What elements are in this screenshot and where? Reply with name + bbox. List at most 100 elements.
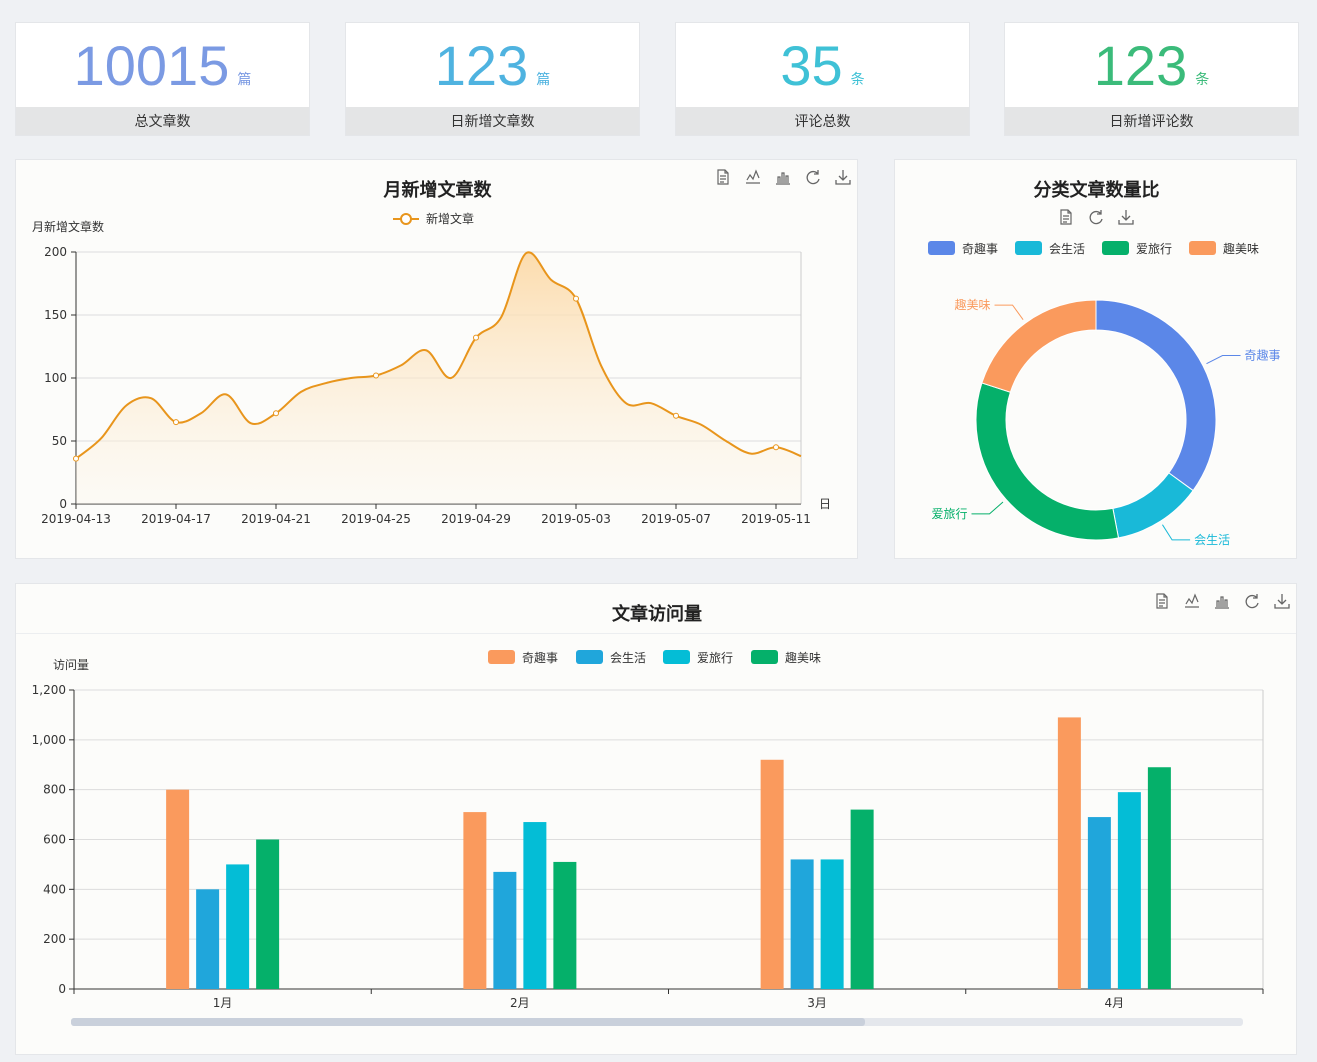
- line-chart-panel: 月新增文章数 0 50 100 150 200 月新增文章数日 2019-04-13 2019…: [15, 159, 858, 559]
- bar: [553, 861, 577, 989]
- y-tick-label: 600: [43, 833, 66, 847]
- y-tick-label: 50: [52, 434, 67, 448]
- slice-label: 奇趣事: [1245, 348, 1281, 363]
- stat-card-daily-new-comments: 123 条 日新增评论数: [1004, 22, 1299, 136]
- bar-chart: 0 200 400 600 800 1,000 1,200 访问量 1月 2月 3月 4月 奇趣事 会生活…: [32, 650, 1264, 1026]
- data-point: [673, 412, 679, 419]
- bar: [1147, 767, 1171, 989]
- stat-value-row: 35 条: [676, 23, 969, 109]
- donut-slice: [981, 299, 1097, 393]
- stat-label: 总文章数: [16, 107, 309, 135]
- data-point: [273, 410, 279, 417]
- stat-value-row: 123 篇: [346, 23, 639, 109]
- line-chart: 0 50 100 150 200 月新增文章数日 2019-04-13 2019-04-17 2…: [32, 211, 831, 526]
- bar: [1087, 817, 1111, 989]
- bar: [1057, 717, 1081, 989]
- y-tick-label: 100: [44, 371, 67, 385]
- bar: [226, 864, 250, 989]
- legend-item: 会生活: [576, 650, 646, 665]
- x-tick-label: 2019-04-21: [241, 512, 311, 526]
- legend-swatch: [663, 650, 690, 664]
- stat-unit: 条: [850, 72, 865, 88]
- legend-label: 会生活: [1049, 242, 1085, 256]
- y-tick-label: 200: [43, 932, 66, 946]
- label-line: [971, 501, 1004, 515]
- stat-value-row: 123 条: [1005, 23, 1298, 109]
- y-tick-label: 150: [44, 308, 67, 322]
- bar: [790, 859, 814, 989]
- data-point: [773, 444, 779, 451]
- stat-label: 日新增文章数: [346, 107, 639, 135]
- legend-label: 奇趣事: [962, 241, 998, 256]
- x-tick-label: 2019-04-13: [41, 512, 111, 526]
- slice-label: 趣美味: [955, 297, 991, 312]
- data-point: [173, 419, 179, 426]
- data-point: [473, 334, 479, 341]
- data-point: [573, 295, 579, 302]
- bar-chart-panel: 文章访问量 0 200 400 600 800 1,000 1,200 访问量 1月 2月 3月 4月…: [15, 583, 1297, 1055]
- stat-value: 10015: [73, 34, 230, 97]
- stat-value: 123: [1093, 34, 1188, 97]
- label-line: [1206, 355, 1241, 365]
- legend-marker: [400, 213, 412, 225]
- stat-card-total-comments: 35 条 评论总数: [675, 22, 970, 136]
- donut-slice: [1112, 472, 1194, 539]
- bar: [256, 839, 280, 989]
- legend-item: 爱旅行: [663, 650, 733, 665]
- pie-chart-panel: 分类文章数量比 奇趣事 会生活 爱旅行 趣美味 奇趣事 会生活 爱旅行 趣美味: [894, 159, 1297, 559]
- stat-card-total-articles: 10015 篇 总文章数: [15, 22, 310, 136]
- x-tick-label: 2019-05-07: [641, 512, 711, 526]
- stat-value: 35: [780, 34, 843, 97]
- y-tick-label: 1,000: [32, 733, 66, 747]
- legend-swatch: [488, 650, 515, 664]
- bar: [463, 812, 487, 989]
- bar: [850, 809, 874, 989]
- donut-slice: [1095, 299, 1217, 492]
- x-tick-label: 2019-05-11: [741, 512, 811, 526]
- donut-chart: 奇趣事 会生活 爱旅行 趣美味奇趣事会生活爱旅行趣美味: [928, 241, 1281, 547]
- x-tick-label: 2019-04-25: [341, 512, 411, 526]
- stat-unit: 篇: [536, 72, 551, 88]
- legend-label: 趣美味: [1223, 241, 1259, 256]
- x-tick-label: 2019-05-03: [541, 512, 611, 526]
- y-axis-label: 访问量: [53, 658, 89, 672]
- y-tick-label: 800: [43, 783, 66, 797]
- slice-label: 爱旅行: [931, 507, 967, 521]
- y-tick-label: 400: [43, 882, 66, 896]
- stat-label: 评论总数: [676, 107, 969, 135]
- bar: [820, 859, 844, 989]
- y-tick-label: 200: [44, 245, 67, 259]
- y-tick-label: 0: [59, 497, 67, 511]
- legend-label: 趣美味: [785, 650, 821, 665]
- legend-swatch: [1102, 241, 1129, 255]
- legend-swatch: [751, 650, 778, 664]
- legend-label: 爱旅行: [697, 651, 733, 665]
- legend-label: 奇趣事: [522, 650, 558, 665]
- legend-item: 趣美味: [751, 650, 821, 665]
- bar: [196, 889, 220, 989]
- y-axis-label: 月新增文章数: [32, 219, 104, 234]
- x-tick-label: 4月: [1105, 996, 1125, 1010]
- data-point: [373, 372, 379, 379]
- legend-swatch: [1189, 241, 1216, 255]
- legend-item: 爱旅行: [1102, 241, 1172, 256]
- x-tick-label: 1月: [213, 996, 233, 1010]
- legend-label: 会生活: [610, 651, 646, 665]
- bar: [760, 759, 784, 989]
- zoom-handle[interactable]: [71, 1018, 865, 1026]
- stat-label: 日新增评论数: [1005, 107, 1298, 135]
- label-line: [994, 304, 1024, 320]
- bar: [493, 871, 517, 989]
- legend-item: 会生活: [1015, 241, 1085, 256]
- y-tick-label: 1,200: [32, 683, 66, 697]
- legend-item: 趣美味: [1189, 241, 1259, 256]
- legend-item: 奇趣事: [928, 241, 998, 256]
- x-tick-label: 3月: [807, 996, 827, 1010]
- label-line: [1162, 524, 1191, 541]
- legend-label: 新增文章: [426, 211, 474, 226]
- bar: [523, 822, 547, 989]
- data-point: [73, 455, 79, 462]
- bar: [166, 789, 190, 989]
- legend-label: 爱旅行: [1136, 242, 1172, 256]
- stat-card-daily-new-articles: 123 篇 日新增文章数: [345, 22, 640, 136]
